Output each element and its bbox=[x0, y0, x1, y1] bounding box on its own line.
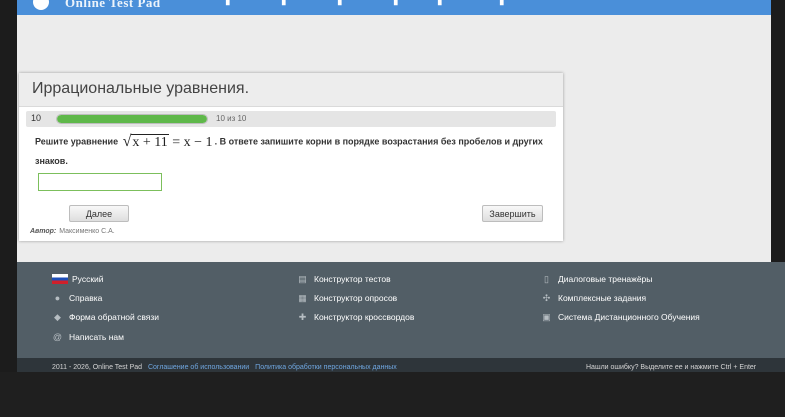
error-hint: Нашли ошибку? Выделите ее и нажмите Ctrl… bbox=[586, 364, 757, 371]
nav-crosswords-icon[interactable]: ▮ bbox=[337, 0, 343, 7]
crossword-icon: ✚ bbox=[298, 311, 307, 322]
at-sign-icon: @ bbox=[52, 332, 63, 342]
test-title: Иррациональные уравнения. bbox=[32, 80, 250, 97]
nav-trainers-icon[interactable]: ▮ bbox=[393, 0, 399, 7]
progress-row: 10 10 из 10 bbox=[26, 111, 556, 127]
footer-survey-builder-link[interactable]: ▦ Конструктор опросов bbox=[297, 292, 397, 304]
left-dark-strip bbox=[0, 0, 17, 417]
footer-complex-tasks-link[interactable]: ✣ Комплексные задания bbox=[541, 292, 646, 304]
equation-rhs: = x − 1 bbox=[172, 135, 213, 150]
site-brand[interactable]: Online Test Pad bbox=[65, 0, 161, 11]
progress-bar bbox=[56, 114, 208, 124]
top-navigation-bar: Online Test Pad ▮ ▮ ▮ ▮ ▮ ▮ bbox=[17, 0, 771, 15]
footer-test-builder-link[interactable]: ▤ Конструктор тестов bbox=[297, 273, 390, 285]
copyright-line: 2011 - 2026, Online Test Pad Соглашение … bbox=[52, 364, 397, 371]
test-card: Иррациональные уравнения. 10 10 из 10 Ре… bbox=[19, 73, 563, 241]
sub-footer: 2011 - 2026, Online Test Pad Соглашение … bbox=[17, 358, 785, 372]
info-icon: ● bbox=[54, 293, 61, 303]
site-logo-icon[interactable] bbox=[33, 0, 49, 10]
equation-formula: √x + 11 = x − 1 bbox=[123, 132, 213, 152]
survey-icon: ▦ bbox=[298, 292, 307, 303]
nav-tasks-icon[interactable]: ▮ bbox=[437, 0, 443, 7]
document-icon: ▤ bbox=[298, 273, 307, 284]
question-number: 10 bbox=[31, 113, 42, 123]
russia-flag-icon bbox=[52, 274, 68, 284]
site-footer: Русский ● Справка ◆ Форма обратной связи… bbox=[17, 262, 785, 358]
equation-radicand: x + 11 bbox=[131, 134, 169, 150]
footer-help-link[interactable]: ● Справка bbox=[52, 293, 103, 303]
footer-language-link[interactable]: Русский bbox=[52, 274, 104, 284]
question-text: Решите уравнение √x + 11 = x − 1. В отве… bbox=[35, 132, 545, 171]
author-line: Автор: Максименко С.А. bbox=[30, 228, 115, 235]
footer-crossword-builder-link[interactable]: ✚ Конструктор кроссвордов bbox=[297, 311, 415, 323]
progress-bar-fill bbox=[57, 115, 207, 123]
grid-icon: ▣ bbox=[542, 311, 551, 322]
question-prefix: Решите уравнение bbox=[35, 136, 119, 147]
answer-input[interactable] bbox=[38, 173, 162, 191]
bottom-dark-area bbox=[0, 372, 785, 417]
finish-button[interactable]: Завершить bbox=[482, 205, 543, 222]
author-label: Автор: bbox=[30, 228, 57, 235]
agreement-link[interactable]: Соглашение об использовании bbox=[148, 364, 249, 371]
chat-icon: ◆ bbox=[54, 311, 61, 322]
footer-trainers-link[interactable]: ▯ Диалоговые тренажёры bbox=[541, 273, 652, 285]
puzzle-icon: ✣ bbox=[542, 292, 551, 303]
next-button[interactable]: Далее bbox=[69, 205, 129, 222]
copyright-text: 2011 - 2026, Online Test Pad bbox=[52, 364, 143, 371]
progress-text: 10 из 10 bbox=[216, 114, 247, 123]
nav-tests-icon[interactable]: ▮ bbox=[225, 0, 231, 7]
clipboard-icon: ▯ bbox=[544, 273, 549, 284]
footer-write-us-link[interactable]: @ Написать нам bbox=[52, 332, 124, 342]
footer-lms-link[interactable]: ▣ Система Дистанционного Обучения bbox=[541, 311, 700, 323]
nav-settings-icon[interactable]: ▮ bbox=[499, 0, 505, 7]
right-dark-strip bbox=[771, 0, 785, 262]
author-name: Максименко С.А. bbox=[59, 228, 115, 235]
nav-surveys-icon[interactable]: ▮ bbox=[281, 0, 287, 7]
test-title-bar: Иррациональные уравнения. bbox=[19, 73, 563, 107]
footer-feedback-link[interactable]: ◆ Форма обратной связи bbox=[52, 311, 159, 323]
privacy-link[interactable]: Политика обработки персональных данных bbox=[255, 364, 397, 371]
